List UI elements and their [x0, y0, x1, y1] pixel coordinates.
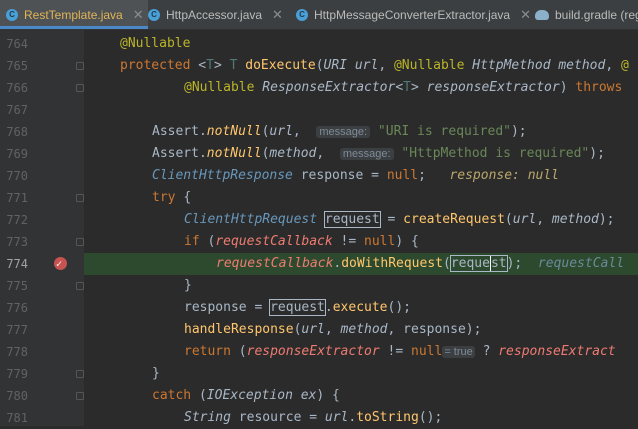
code-line: 769 Assert.notNull(method, message: "Htt… — [0, 143, 638, 165]
code-line: 779 } — [0, 363, 638, 385]
class-icon: C — [148, 8, 160, 21]
code-line: 772 ClientHttpRequest request = createRe… — [0, 209, 638, 231]
parameter-hint: message: — [339, 148, 394, 160]
editor-tab-bar: C RestTemplate.java ✕ C HttpAccessor.jav… — [0, 0, 638, 30]
code-line-execution-point: 774 requestCallback.doWithRequest(reques… — [0, 253, 638, 276]
code-text: Assert.notNull(method, message: "HttpMet… — [152, 146, 605, 161]
line-number: 765 — [6, 59, 28, 73]
line-number: 767 — [6, 103, 28, 117]
line-number: 772 — [6, 213, 28, 227]
fold-icon[interactable] — [76, 282, 84, 290]
code-line: 768 Assert.notNull(url, message: "URI is… — [0, 121, 638, 143]
line-number: 771 — [6, 191, 28, 205]
code-line: 766 @Nullable ResponseExtractor<T> respo… — [0, 77, 638, 99]
code-text: } — [184, 278, 192, 293]
code-line: 764 @Nullable — [0, 33, 638, 55]
code-line: 776 response = request.execute(); — [0, 297, 638, 319]
class-icon: C — [296, 8, 308, 21]
code-text: try { — [152, 190, 192, 205]
line-number: 764 — [6, 37, 28, 51]
line-number: 773 — [6, 235, 28, 249]
close-icon[interactable]: ✕ — [520, 7, 531, 23]
code-editor[interactable]: 764 @Nullable 765 protected <T> T doExec… — [0, 33, 638, 426]
code-text: } — [152, 366, 160, 381]
code-text: catch (IOException ex) { — [152, 388, 340, 403]
tab-label: RestTemplate.java — [24, 7, 123, 22]
breakpoint-icon[interactable] — [54, 254, 67, 276]
code-line: 770 ClientHttpResponse response = null; … — [0, 165, 638, 187]
fold-icon[interactable] — [76, 238, 84, 246]
tab-rest-template[interactable]: C RestTemplate.java ✕ — [0, 0, 148, 29]
inline-debug-value: response: null — [449, 168, 560, 183]
evaluation-hint: = true — [442, 346, 475, 358]
code-line: 780 catch (IOException ex) { — [0, 385, 638, 407]
line-number: 778 — [6, 345, 28, 359]
line-number: 770 — [6, 169, 28, 183]
code-text: Assert.notNull(url, message: "URI is req… — [152, 124, 527, 139]
tab-label: build.gradle (reg — [555, 7, 638, 22]
fold-icon[interactable] — [76, 62, 84, 70]
code-line: 765 protected <T> T doExecute(URI url, @… — [0, 55, 638, 77]
line-number: 766 — [6, 81, 28, 95]
code-line: 778 return (responseExtractor != null = t… — [0, 341, 638, 363]
close-icon[interactable]: ✕ — [272, 7, 283, 23]
code-text: @Nullable ResponseExtractor<T> responseE… — [184, 80, 631, 95]
line-number: 780 — [6, 389, 28, 403]
line-number: 774 — [6, 257, 28, 271]
tab-label: HttpMessageConverterExtractor.java — [314, 7, 511, 22]
code-text: response = request.execute(); — [184, 299, 411, 316]
line-number: 776 — [6, 301, 28, 315]
parameter-hint: message: — [316, 126, 371, 138]
line-number: 775 — [6, 279, 28, 293]
tab-http-accessor[interactable]: C HttpAccessor.java ✕ — [148, 0, 283, 29]
fold-icon[interactable] — [76, 370, 84, 378]
code-text: requestCallback.doWithRequest(request); … — [216, 255, 625, 272]
tab-build-gradle[interactable]: build.gradle (reg — [535, 0, 638, 29]
code-text: if (requestCallback != null) { — [184, 234, 419, 249]
code-line: 775 } — [0, 275, 638, 297]
code-line: 771 try { — [0, 187, 638, 209]
code-text: return (responseExtractor != null = true … — [184, 344, 616, 359]
tab-http-message-converter-extractor[interactable]: C HttpMessageConverterExtractor.java ✕ — [296, 0, 531, 29]
code-text: handleResponse(url, method, response); — [184, 322, 482, 337]
fold-icon[interactable] — [76, 194, 84, 202]
code-text: @Nullable — [120, 36, 191, 51]
tab-label: HttpAccessor.java — [166, 7, 263, 22]
fold-icon[interactable] — [76, 84, 84, 92]
gradle-icon — [535, 9, 549, 20]
line-number: 777 — [6, 323, 28, 337]
line-number: 779 — [6, 367, 28, 381]
fold-icon[interactable] — [76, 392, 84, 400]
line-number: 768 — [6, 125, 28, 139]
code-line: 777 handleResponse(url, method, response… — [0, 319, 638, 341]
code-line: 773 if (requestCallback != null) { — [0, 231, 638, 253]
class-icon: C — [6, 8, 18, 21]
code-text: ClientHttpRequest request = createReques… — [184, 211, 615, 228]
code-text: ClientHttpResponse response = null; resp… — [152, 168, 560, 183]
inline-debug-value: requestCall — [537, 256, 625, 271]
line-number: 769 — [6, 147, 28, 161]
code-line: 767 — [0, 99, 638, 121]
code-text: protected <T> T doExecute(URI url, @Null… — [120, 58, 629, 73]
close-icon[interactable]: ✕ — [133, 7, 144, 23]
